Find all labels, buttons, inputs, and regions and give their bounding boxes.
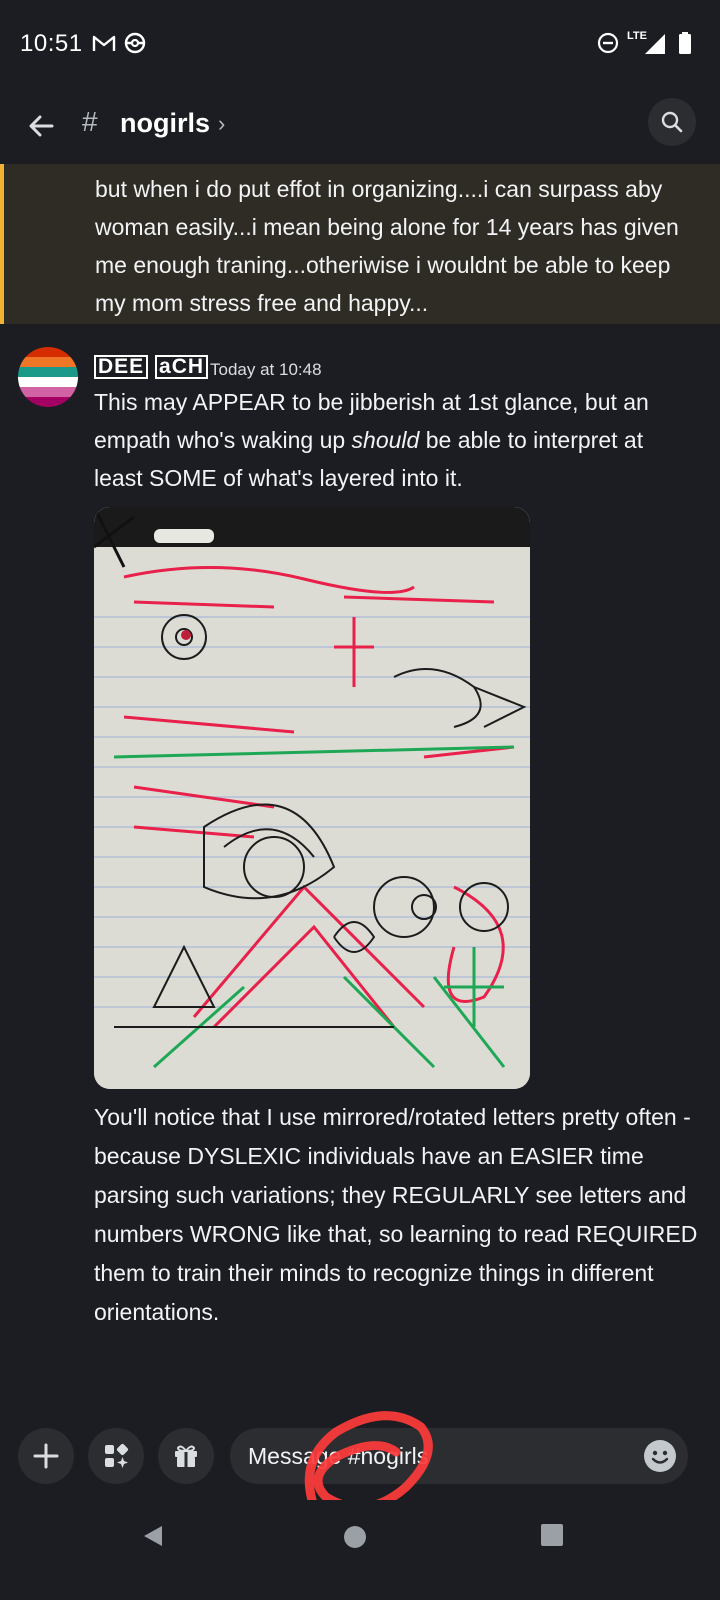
system-nav-bar xyxy=(0,1500,720,1600)
emoji-button[interactable] xyxy=(644,1440,676,1472)
message-author[interactable]: DEE aCH xyxy=(94,355,209,379)
channel-hash-icon: # xyxy=(82,106,98,137)
message-text-italic: should xyxy=(351,427,420,453)
emoji-icon xyxy=(651,1450,669,1464)
gmail-icon xyxy=(92,35,116,51)
image-attachment[interactable] xyxy=(94,507,530,1089)
message-timestamp: Today at 10:48 xyxy=(210,360,322,379)
author-name-part-2: aCH xyxy=(155,355,209,379)
game-controller-icon xyxy=(124,32,146,54)
message-followup-text: You'll notice that I use mirrored/rotate… xyxy=(94,1104,698,1325)
status-bar: 10:51 LTE xyxy=(0,0,720,92)
status-time: 10:51 xyxy=(20,30,83,57)
nav-recents-icon[interactable] xyxy=(541,1524,563,1546)
message-input-placeholder: Message #nogirls xyxy=(248,1443,429,1469)
search-icon xyxy=(661,111,683,133)
message-input[interactable]: Message #nogirls xyxy=(230,1428,688,1484)
battery-icon xyxy=(679,32,691,54)
nav-back-icon[interactable] xyxy=(142,1524,166,1548)
search-button[interactable] xyxy=(648,98,696,146)
gift-button[interactable] xyxy=(158,1428,214,1484)
signal-icon xyxy=(645,34,665,54)
author-name-part: DEE xyxy=(94,355,149,379)
avatar[interactable] xyxy=(18,347,78,407)
message-composer: Message #nogirls xyxy=(0,1412,720,1500)
message-text: but when i do put effot in organizing...… xyxy=(95,176,679,316)
apps-button[interactable] xyxy=(88,1428,144,1484)
network-type: LTE xyxy=(627,30,647,42)
channel-header: # nogirls › xyxy=(0,92,720,164)
chevron-right-icon[interactable]: › xyxy=(218,111,225,137)
highlighted-message[interactable]: but when i do put effot in organizing...… xyxy=(0,164,720,324)
gift-icon xyxy=(175,1445,197,1467)
nav-home-icon[interactable] xyxy=(344,1526,366,1548)
do-not-disturb-icon xyxy=(597,32,619,54)
add-attachment-button[interactable] xyxy=(18,1428,74,1484)
apps-icon xyxy=(105,1443,129,1468)
plus-icon xyxy=(33,1443,59,1469)
channel-name[interactable]: nogirls xyxy=(120,108,210,139)
hand-drawn-sketch-image xyxy=(94,507,530,1089)
arrow-left-icon[interactable] xyxy=(22,106,62,146)
message-text: This may APPEAR to be jibberish at 1st g… xyxy=(94,383,694,497)
